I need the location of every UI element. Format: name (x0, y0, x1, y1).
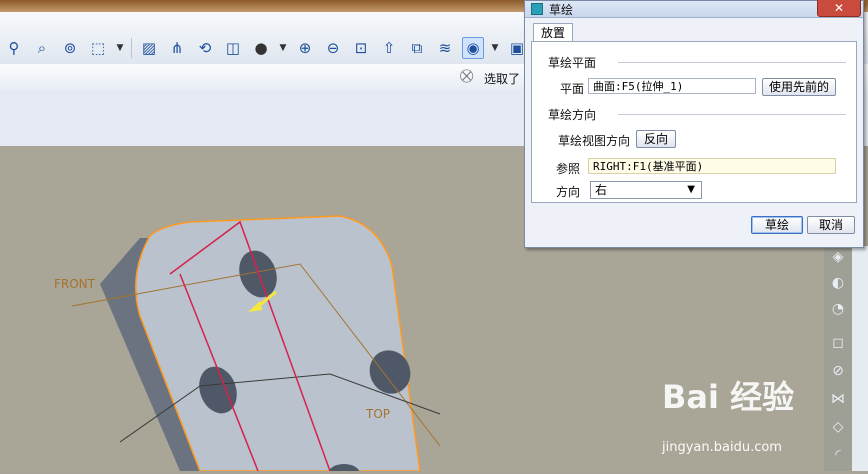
dialog-title-bar[interactable]: 草绘 (525, 1, 863, 18)
revolve-icon[interactable]: ◐ (826, 272, 850, 294)
sketch-button[interactable]: 草绘 (751, 216, 803, 234)
shell-icon[interactable]: ⊘ (826, 360, 850, 382)
refit-icon[interactable]: ⟲ (194, 37, 216, 59)
view-direction-label: 草绘视图方向 (558, 134, 631, 148)
toolbar-row: ⚲ ⌕ ⊚ ⬚ ▼ ▨ ⋔ ⟲ ◫ ● ▼ ⊕ ⊖ ⊡ ⇧ ⧉ ≋ ◉ ▼ ▣ (0, 36, 531, 60)
cancel-button[interactable]: 取消 (807, 216, 855, 234)
placement-panel: 草绘平面 平面 曲面:F5(拉伸_1) 使用先前的 草绘方向 草绘视图方向 反向… (531, 41, 857, 203)
shade-icon[interactable]: ● (250, 37, 272, 59)
chevron-down-icon[interactable]: ▼ (115, 37, 125, 59)
direction-select[interactable]: 右 ▼ (590, 181, 702, 199)
watermark-brand: Bai 经验 (662, 378, 795, 416)
chevron-down-icon[interactable]: ▼ (490, 37, 500, 59)
group-divider (618, 62, 846, 63)
datum-point-icon[interactable]: ⋔ (166, 37, 188, 59)
direction-label: 方向 (556, 185, 581, 199)
sketch-dialog: 草绘 ✕ 放置 草绘平面 平面 曲面:F5(拉伸_1) 使用先前的 草绘方向 草… (524, 0, 864, 248)
close-icon[interactable]: ✕ (817, 0, 861, 17)
hole-tool-icon[interactable]: ◻ (826, 332, 850, 354)
top-datum-label: TOP (365, 407, 390, 421)
sketch-icon[interactable]: ▨ (138, 37, 160, 59)
dialog-app-icon (531, 3, 543, 15)
layers-icon[interactable]: ≋ (434, 37, 456, 59)
selection-status: 选取了 (484, 72, 521, 86)
right-scroll-panel (852, 246, 868, 471)
rib-icon[interactable]: ⋈ (826, 388, 850, 410)
plane-field[interactable]: 曲面:F5(拉伸_1) (588, 78, 756, 94)
sketch-plane-group-label: 草绘平面 (548, 56, 597, 70)
select-box-icon[interactable]: ⬚ (87, 37, 109, 59)
draft-icon[interactable]: ◇ (826, 416, 850, 438)
zoom-fit-icon[interactable]: ⊡ (350, 37, 372, 59)
zoom-in-icon[interactable]: ⊕ (294, 37, 316, 59)
search-icon[interactable]: ⌕ (31, 37, 53, 59)
sweep-icon[interactable]: ◔ (826, 298, 850, 320)
tab-placement[interactable]: 放置 (533, 23, 574, 42)
display-style-icon[interactable]: ◉ (462, 37, 484, 59)
use-previous-button[interactable]: 使用先前的 (762, 78, 836, 96)
chevron-down-icon: ▼ (687, 184, 695, 195)
chevron-down-icon[interactable]: ▼ (278, 37, 288, 59)
orient-icon[interactable]: ⇧ (378, 37, 400, 59)
front-datum-label: FRONT (54, 277, 96, 291)
extrude-icon[interactable]: ◈ (826, 246, 850, 268)
zoom-out-icon[interactable]: ⊖ (322, 37, 344, 59)
direction-select-value: 右 (595, 183, 608, 197)
toolbar-separator (131, 38, 132, 58)
reference-label: 参照 (556, 162, 581, 176)
flip-button[interactable]: 反向 (636, 130, 676, 148)
round-icon[interactable]: ◜ (826, 444, 850, 466)
named-views-icon[interactable]: ⧉ (406, 37, 428, 59)
binoculars-icon[interactable]: ⊚ (59, 37, 81, 59)
sketch-orientation-group-label: 草绘方向 (548, 108, 597, 122)
plane-label: 平面 (560, 82, 585, 96)
smart-filter-icon[interactable]: ⛒ (460, 69, 473, 84)
reference-field[interactable]: RIGHT:F1(基准平面) (588, 158, 836, 174)
view-manager-icon[interactable]: ◫ (222, 37, 244, 59)
dialog-title: 草绘 (549, 2, 574, 17)
group-divider (618, 114, 846, 115)
watermark-url: jingyan.baidu.com (662, 440, 782, 455)
right-feature-toolbar: ◈ ◐ ◔ ◻ ⊘ ⋈ ◇ ◜ (824, 246, 852, 471)
selection-filter-icon[interactable]: ⚲ (3, 37, 25, 59)
